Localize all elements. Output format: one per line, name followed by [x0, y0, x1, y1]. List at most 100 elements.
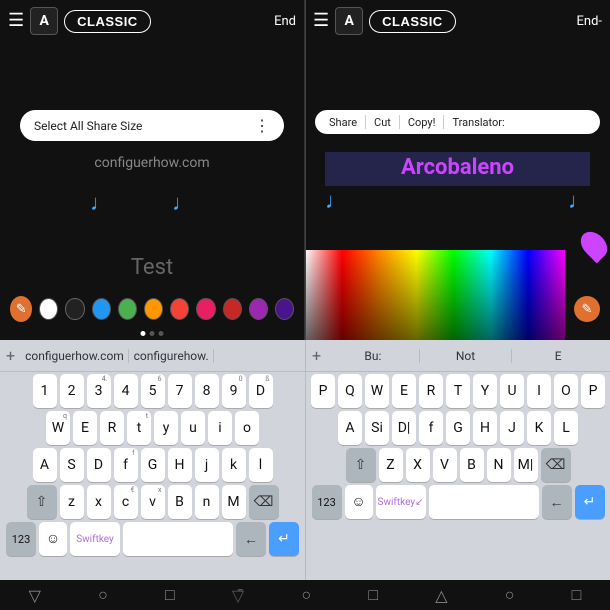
key-y[interactable]: y — [154, 411, 178, 445]
copy-btn[interactable]: Copy! — [404, 116, 440, 129]
nav-recents2[interactable]: □ — [368, 585, 378, 605]
rarrow-left-key[interactable]: ← — [542, 485, 572, 519]
nav-square[interactable]: □ — [572, 585, 582, 605]
key-d[interactable]: D — [87, 448, 111, 482]
key-c[interactable]: €c — [114, 485, 138, 519]
key-2[interactable]: 2 — [60, 374, 84, 408]
rkey-e[interactable]: E — [392, 374, 416, 408]
rkey-w[interactable]: W — [365, 374, 389, 408]
key-x[interactable]: x — [87, 485, 111, 519]
key-u[interactable]: u — [181, 411, 205, 445]
emoji-key[interactable]: ☺ — [39, 522, 67, 556]
rkey-i[interactable]: I — [527, 374, 551, 408]
handle-right-left[interactable]: ♩ — [325, 188, 347, 214]
classic-mode-button[interactable]: CLASSIC — [64, 10, 151, 33]
key-s[interactable]: S — [60, 448, 84, 482]
key-i[interactable]: i — [208, 411, 232, 445]
nav-circle[interactable]: ○ — [505, 585, 515, 605]
font-button[interactable]: A — [30, 7, 58, 35]
color-red[interactable] — [170, 298, 189, 320]
hamburger-icon-right[interactable]: ☰ — [313, 12, 329, 30]
rkey-g[interactable]: G — [446, 411, 470, 445]
rkey-si[interactable]: Si — [365, 411, 389, 445]
color-orange[interactable] — [144, 298, 163, 320]
rkey-j[interactable]: J — [500, 411, 524, 445]
classic-mode-button-right[interactable]: CLASSIC — [369, 10, 456, 33]
suggest-word-2[interactable]: configurehow. — [129, 349, 215, 363]
rkey-z[interactable]: Z — [379, 448, 403, 482]
key-3[interactable]: 34. — [87, 374, 111, 408]
key-7[interactable]: 8 — [195, 374, 219, 408]
cut-btn[interactable]: Cut — [370, 116, 395, 129]
key-n[interactable]: n — [195, 485, 219, 519]
rkey-p2[interactable]: P — [581, 374, 605, 408]
nav-back2[interactable]: ▽̄ — [232, 586, 244, 605]
rkey-m[interactable]: M| — [514, 448, 538, 482]
eyedropper-button[interactable]: ✎ — [10, 296, 32, 322]
delete-key[interactable]: ⌫ — [249, 485, 279, 519]
key-6[interactable]: 7 — [168, 374, 192, 408]
translator-btn[interactable]: Translator: — [448, 116, 508, 129]
rkey-r[interactable]: R — [419, 374, 443, 408]
font-button-right[interactable]: A — [335, 7, 363, 35]
rkey-f[interactable]: f — [419, 411, 443, 445]
color-green[interactable] — [118, 298, 137, 320]
right-context-bar[interactable]: Share Cut Copy! Translator: — [315, 110, 600, 134]
key-k[interactable]: k — [222, 448, 246, 482]
key-b[interactable]: B — [168, 485, 192, 519]
key-e[interactable]: E — [73, 411, 97, 445]
color-dark-red[interactable] — [223, 298, 242, 320]
key-h[interactable]: H — [168, 448, 192, 482]
key-9[interactable]: Dß — [249, 374, 273, 408]
color-deep-purple[interactable] — [275, 298, 294, 320]
arrow-left-key[interactable]: ← — [236, 522, 266, 556]
suggest-word-r1[interactable]: Bu: — [327, 349, 420, 363]
handle-right-right[interactable]: ♩ — [568, 188, 590, 214]
suggest-word-1[interactable]: configuerhow.com — [21, 349, 129, 363]
key-q[interactable]: qW — [46, 411, 70, 445]
space-key[interactable] — [123, 522, 233, 556]
nav-up[interactable]: △ — [435, 586, 447, 605]
rkey-k[interactable]: K — [527, 411, 551, 445]
key-4[interactable]: 4 — [114, 374, 138, 408]
share-btn[interactable]: Share — [325, 116, 361, 129]
key-o[interactable]: o — [235, 411, 259, 445]
rkey-h[interactable]: H — [473, 411, 497, 445]
handle-left[interactable]: ♩ — [90, 190, 112, 216]
nav-home2[interactable]: ○ — [301, 585, 311, 605]
key-8[interactable]: 90 — [222, 374, 246, 408]
suggest-plus-left[interactable]: + — [6, 346, 15, 365]
rspace-key[interactable] — [429, 485, 539, 519]
key-g[interactable]: G — [141, 448, 165, 482]
key-5[interactable]: 56 — [141, 374, 165, 408]
swiftkey-logo[interactable]: Swiftkey — [70, 522, 120, 556]
key-m[interactable]: M — [222, 485, 246, 519]
rswiftkey-logo[interactable]: Swiftkey↙ — [376, 485, 426, 519]
nav-back[interactable]: ▽ — [29, 586, 41, 605]
nav-recents[interactable]: □ — [165, 585, 175, 605]
rkey-t[interactable]: T — [446, 374, 470, 408]
shift-key[interactable]: ⇧ — [27, 485, 57, 519]
rshift-key[interactable]: ⇧ — [346, 448, 376, 482]
rkey-v[interactable]: V — [433, 448, 457, 482]
color-white[interactable] — [39, 298, 58, 320]
remoji-key[interactable]: ☺ — [345, 485, 373, 519]
key-t[interactable]: tt — [127, 411, 151, 445]
key-v[interactable]: xv — [141, 485, 165, 519]
suggest-word-r2[interactable]: Not — [420, 349, 513, 363]
rkey-b[interactable]: B — [460, 448, 484, 482]
handle-right[interactable]: ♩ — [172, 190, 194, 216]
left-context-bar[interactable]: Select All Share Size ⋮ — [20, 110, 284, 141]
rkey-n[interactable]: N — [487, 448, 511, 482]
color-black[interactable] — [65, 298, 84, 320]
suggest-word-3[interactable] — [214, 349, 299, 363]
rnumbers-key[interactable]: 123 — [312, 485, 342, 519]
color-pink[interactable] — [196, 298, 215, 320]
rdelete-key[interactable]: ⌫ — [541, 448, 571, 482]
suggest-plus-right[interactable]: + — [312, 346, 321, 365]
nav-home[interactable]: ○ — [98, 585, 108, 605]
color-blue[interactable] — [92, 298, 111, 320]
rkey-y[interactable]: Y — [473, 374, 497, 408]
rkey-o[interactable]: O — [554, 374, 578, 408]
rkey-a[interactable]: A — [338, 411, 362, 445]
